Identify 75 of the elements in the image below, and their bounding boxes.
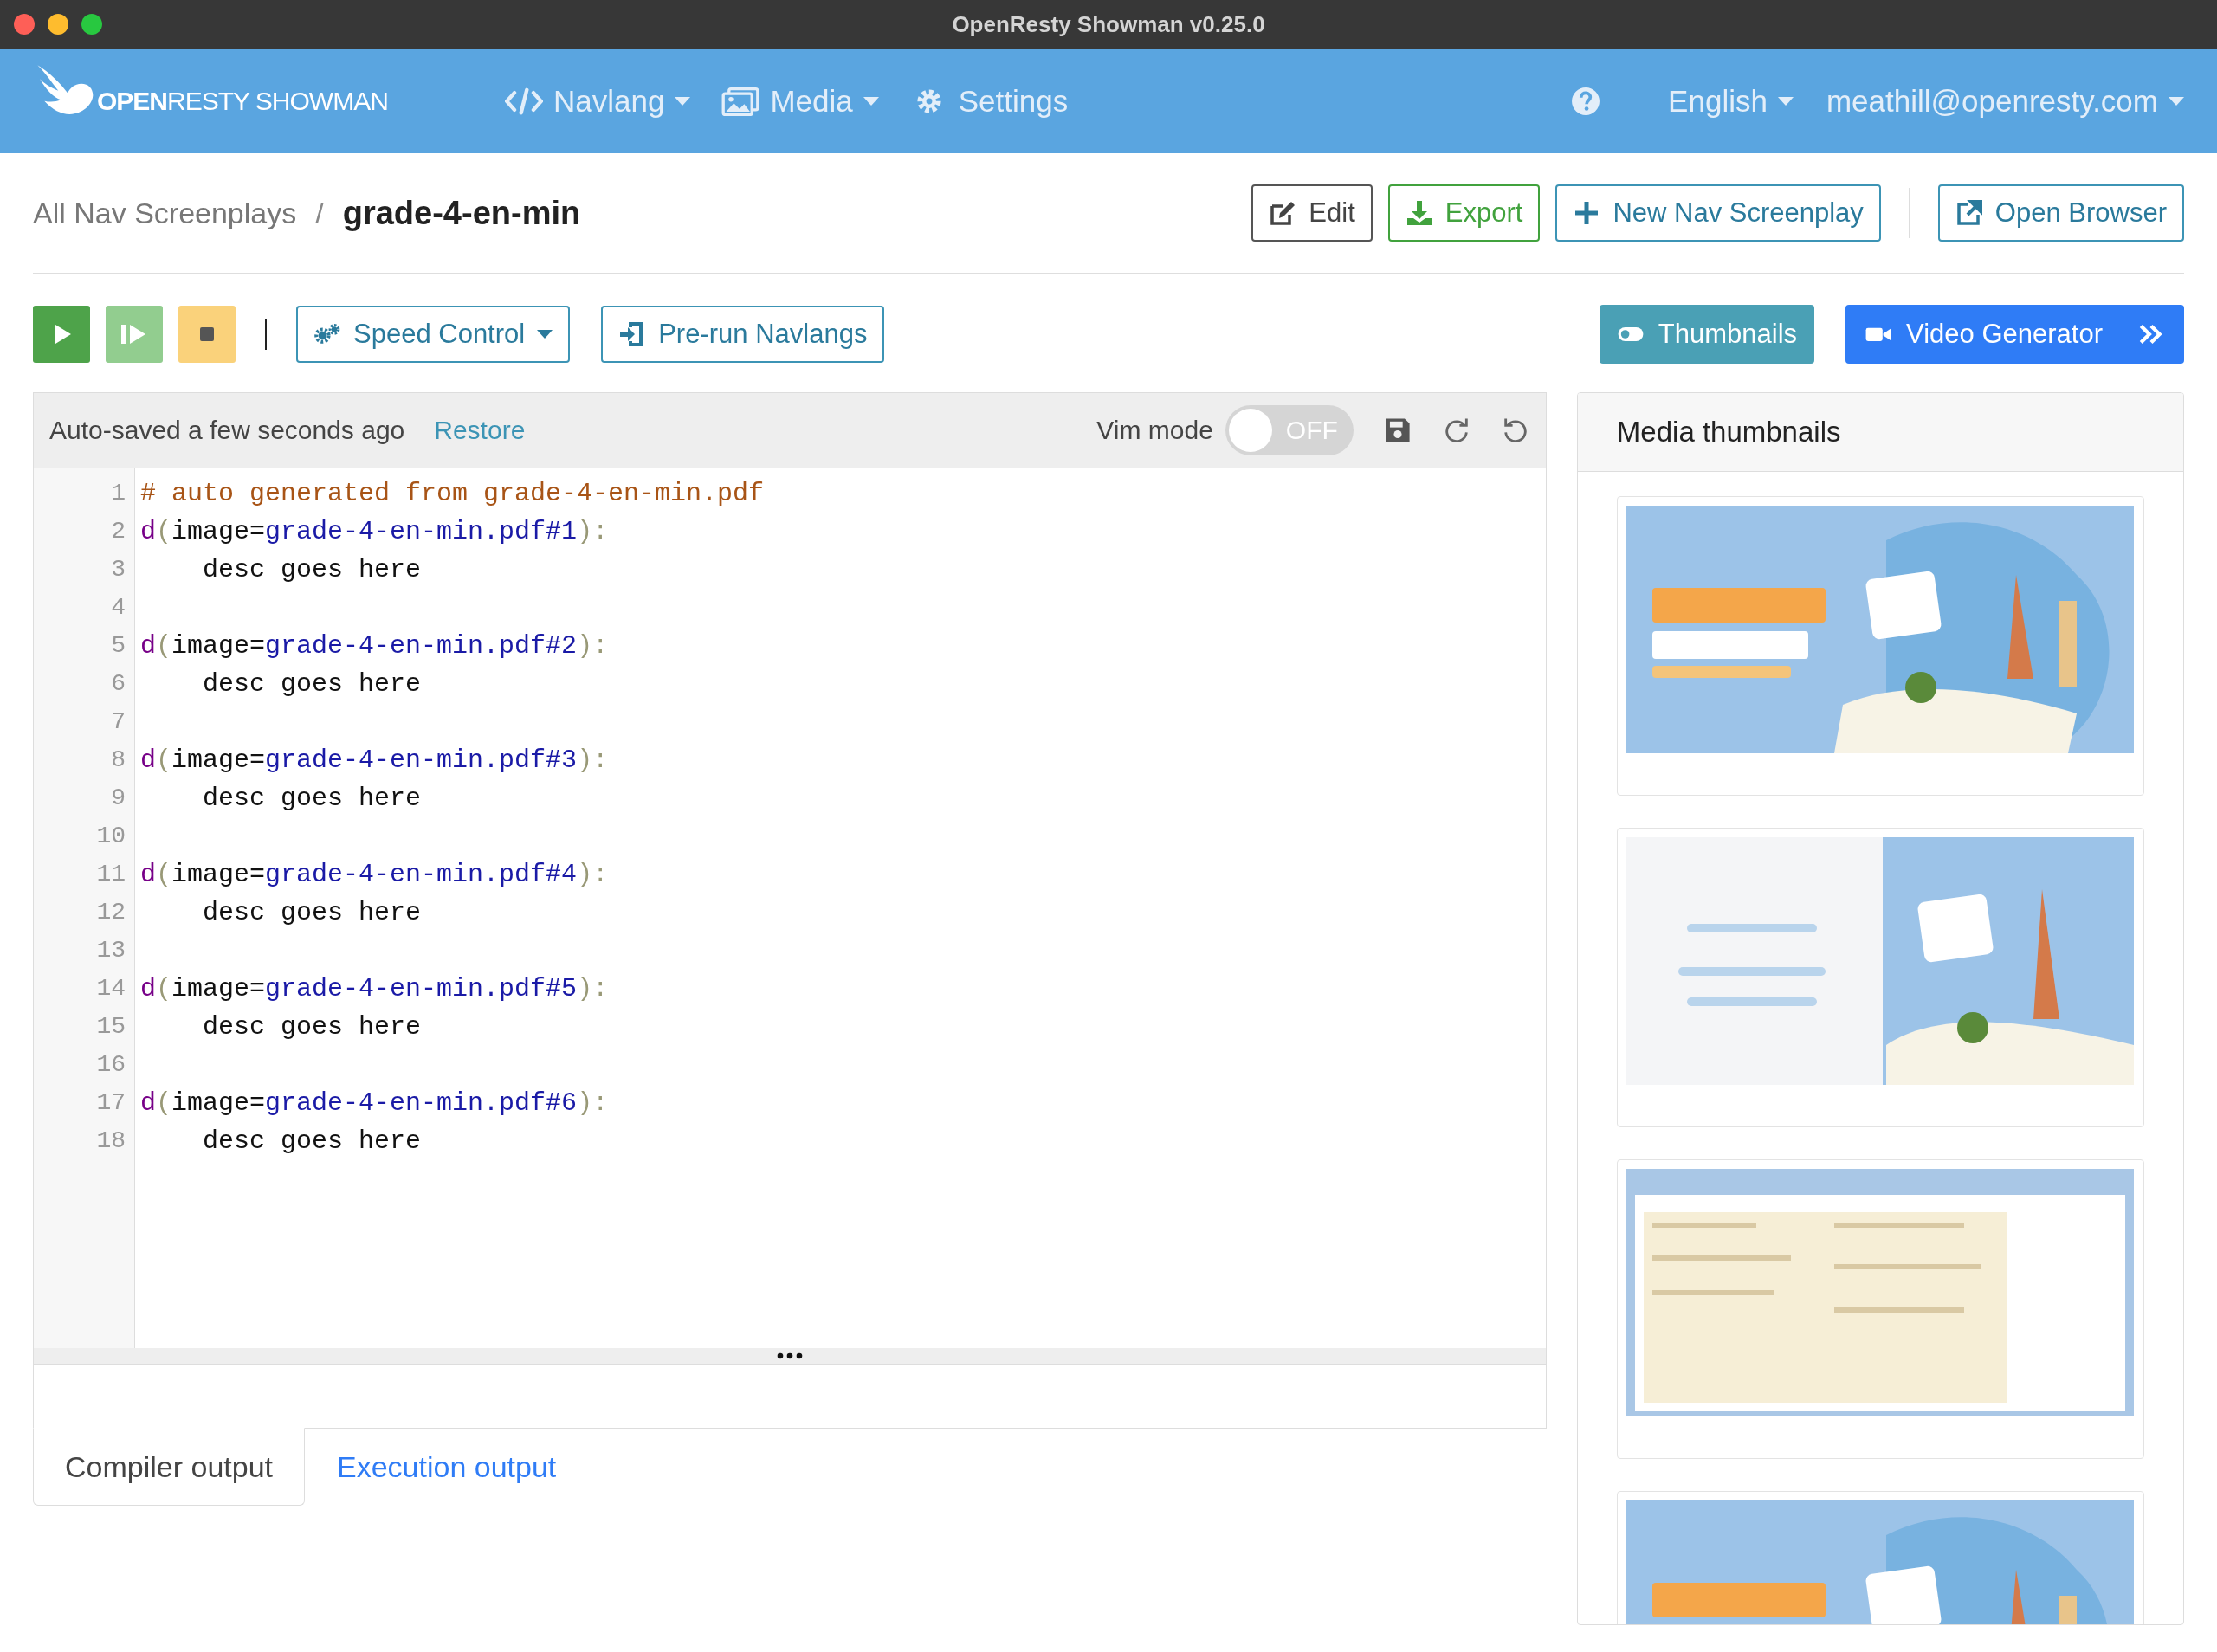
line-number: 1 [110,479,126,508]
drag-handle-icon[interactable] [776,1352,803,1359]
vim-mode-label: Vim mode [1096,416,1213,445]
caret-icon [537,330,553,339]
breadcrumb-link[interactable]: All Nav Screenplays [33,196,297,230]
line-number: 12 [95,898,126,927]
resize-handle[interactable] [34,1348,1546,1364]
thumbnail-card[interactable] [1616,828,2144,1127]
line-number: 18 [95,1126,126,1156]
zoom-button[interactable] [81,14,102,35]
line-number: 17 [95,1088,126,1118]
navlang-menu[interactable]: Navlang [505,84,691,119]
new-screenplay-button[interactable]: New Nav Screenplay [1555,184,1881,242]
breadcrumb-separator: / [315,196,324,230]
app-logo-text[interactable]: OPENRESTY SHOWMAN [97,87,388,116]
line-number: 13 [95,936,126,965]
code-line: d(image=grade-4-en-min.pdf#3): [140,745,609,775]
code-line: desc goes here [202,555,422,584]
code-line: d(image=grade-4-en-min.pdf#5): [140,974,609,1003]
line-number: 14 [95,974,126,1003]
stop-button[interactable] [178,306,236,363]
code-line: desc goes here [202,669,422,699]
output-tab[interactable]: Execution output [305,1428,589,1506]
export-button[interactable]: Export [1387,184,1541,242]
thumbnails-button[interactable]: Thumbnails [1599,305,1815,364]
line-number: 9 [110,784,126,813]
code-line: desc goes here [202,1126,422,1156]
prerun-button[interactable]: Pre-run Navlangs [601,306,885,363]
line-number: 6 [110,669,126,699]
video-generator-button[interactable]: Video Generator [1845,305,2184,364]
code-line: d(image=grade-4-en-min.pdf#2): [140,631,609,661]
speed-control-dropdown[interactable]: Speed Control [296,306,571,363]
code-line: d(image=grade-4-en-min.pdf#1): [140,517,609,546]
line-number: 11 [95,860,126,889]
line-number: 3 [110,555,126,584]
run-button[interactable] [33,306,90,363]
screenplay-title: grade-4-en-min [342,194,581,232]
line-number: 5 [110,631,126,661]
edit-button[interactable]: Edit [1251,184,1373,242]
panel-title: Media thumbnails [1616,416,1841,448]
open-browser-button[interactable]: Open Browser [1937,184,2184,242]
images-icon [721,87,760,116]
language-menu[interactable]: English [1668,84,1794,119]
autosave-status: Auto-saved a few seconds ago [49,416,405,445]
output-tab[interactable]: Compiler output [33,1428,305,1506]
download-icon [1405,199,1433,227]
line-number: 4 [110,593,126,623]
caret-icon [2169,97,2184,106]
code-line: desc goes here [202,898,422,927]
line-number: 15 [95,1012,126,1042]
minimize-button[interactable] [48,14,68,35]
line-number: 8 [110,745,126,775]
close-button[interactable] [14,14,35,35]
thumbnail-card[interactable] [1616,1159,2144,1459]
code-line: desc goes here [202,1012,422,1042]
settings-link[interactable]: Settings [909,84,1069,119]
window-title: OpenResty Showman v0.25.0 [952,11,1265,38]
line-number: 7 [110,707,126,737]
code-line: d(image=grade-4-en-min.pdf#4): [140,860,609,889]
step-button[interactable] [106,306,163,363]
caret-icon [1777,97,1794,106]
code-icon [505,87,543,116]
line-number: 16 [95,1050,126,1080]
pencil-icon [1269,199,1297,227]
user-menu[interactable]: meathill@openresty.com [1826,84,2184,119]
code-line: # auto generated from grade-4-en-min.pdf [140,479,765,508]
media-menu[interactable]: Media [721,84,879,119]
help-icon[interactable] [1571,87,1601,116]
thumbnail-card[interactable] [1616,496,2144,796]
restore-link[interactable]: Restore [434,416,526,445]
external-link-icon [1955,199,1983,227]
code-line: d(image=grade-4-en-min.pdf#6): [140,1088,609,1118]
code-line: desc goes here [202,784,422,813]
line-number: 2 [110,517,126,546]
line-number: 10 [95,822,126,851]
